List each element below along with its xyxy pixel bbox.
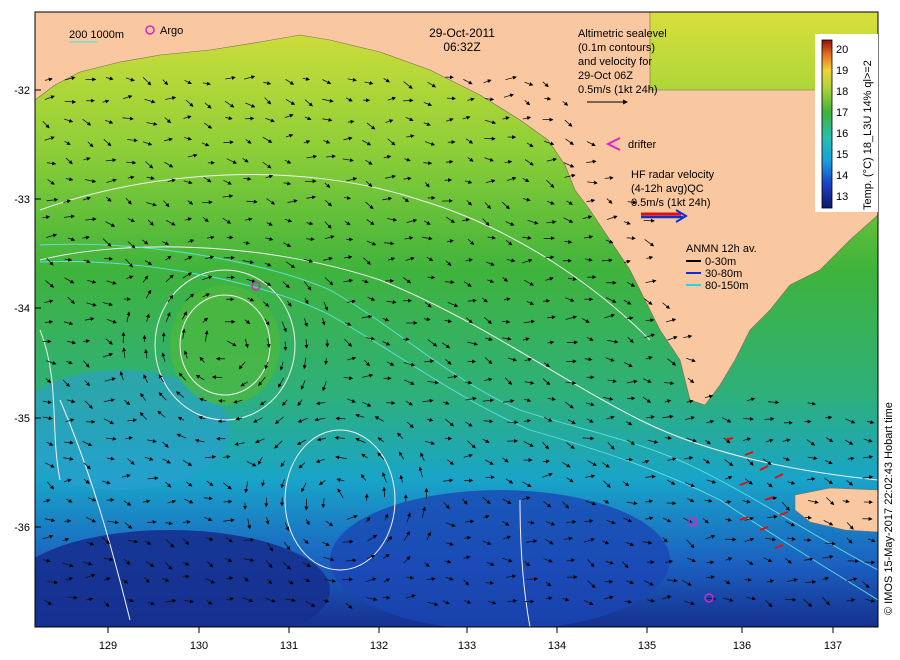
map-panel[interactable] xyxy=(10,12,878,650)
altimetry-legend-line-3: and velocity for xyxy=(578,56,652,68)
longitude-tick-label: 131 xyxy=(280,640,298,652)
latitude-tick-label: -34 xyxy=(14,303,30,315)
longitude-tick-label: 129 xyxy=(99,640,117,652)
velocity-vector-arrow xyxy=(306,237,315,242)
colorbar-tick-label: 13 xyxy=(836,191,848,203)
bathymetry-legend-label: 200 1000m xyxy=(69,29,124,41)
velocity-vector-arrow xyxy=(706,596,717,601)
longitude-axis: 129 130 131 132 133 134 135 136 137 xyxy=(99,627,842,652)
colorbar-tick-label: 15 xyxy=(836,149,848,161)
anmn-legend-title: ANMN 12h av. xyxy=(686,243,757,255)
colorbar-tick-label: 20 xyxy=(836,44,848,56)
longitude-tick-label: 137 xyxy=(824,640,842,652)
hf-radar-legend-line-2: (4-12h avg)QC xyxy=(631,183,704,195)
altimetry-legend-line-4: 29-Oct 06Z xyxy=(578,70,633,82)
velocity-vector-arrow xyxy=(104,256,113,261)
colorbar-tick-label: 14 xyxy=(836,170,848,182)
latitude-tick-label: -36 xyxy=(14,522,30,534)
sst-map-figure: 29-Oct-2011 06:32Z 200 1000m Argo Altime… xyxy=(10,11,895,652)
colorbar-tick-label: 16 xyxy=(836,128,848,140)
velocity-vector-arrow xyxy=(382,595,391,600)
velocity-vector-arrow xyxy=(202,200,213,205)
latitude-tick-label: -32 xyxy=(14,85,30,97)
colorbar-tick-label: 18 xyxy=(836,86,848,98)
drifter-legend-label: drifter xyxy=(628,139,656,151)
longitude-tick-label: 134 xyxy=(548,640,566,652)
velocity-vector-arrow xyxy=(804,515,812,520)
hf-radar-legend-line-1: HF radar velocity xyxy=(631,169,715,181)
altimetry-legend-line-2: (0.1m contours) xyxy=(578,42,655,54)
hf-radar-legend-line-3: 0.5m/s (1kt 24h) xyxy=(631,197,710,209)
anmn-legend-item-0-30: 0-30m xyxy=(705,256,736,268)
colorbar-tick-label: 17 xyxy=(836,107,848,119)
colorbar-tick-label: 19 xyxy=(836,65,848,77)
time-label: 06:32Z xyxy=(443,40,480,54)
longitude-tick-label: 135 xyxy=(638,640,656,652)
colorbar-title: Temp. (°C) 18_L3U 14% ql>=2 xyxy=(862,60,874,210)
velocity-vector-arrow xyxy=(283,341,288,351)
longitude-tick-label: 132 xyxy=(370,640,388,652)
argo-legend-label: Argo xyxy=(160,25,183,37)
warm-eddy-core xyxy=(170,285,280,405)
latitude-tick-label: -35 xyxy=(14,413,30,425)
velocity-vector-arrow xyxy=(161,332,166,342)
altimetry-legend-line-5: 0.5m/s (1kt 24h) xyxy=(578,84,657,96)
cold-water-patch xyxy=(35,530,330,627)
longitude-tick-label: 133 xyxy=(458,640,476,652)
latitude-tick-label: -33 xyxy=(14,194,30,206)
altimetry-legend-line-1: Altimetric sealevel xyxy=(578,28,667,40)
colorbar-gradient xyxy=(821,39,833,209)
bathymetry-legend: 200 1000m xyxy=(69,29,124,43)
anmn-legend-item-80-150: 80-150m xyxy=(705,280,748,292)
velocity-vector-arrow xyxy=(446,96,456,101)
longitude-tick-label: 136 xyxy=(733,640,751,652)
anmn-legend-item-30-80: 30-80m xyxy=(705,268,742,280)
cold-water-patch xyxy=(330,490,670,627)
credit-label: © IMOS 15-May-2017 22:02:43 Hobart time xyxy=(883,402,895,615)
velocity-vector-arrow xyxy=(864,560,876,565)
date-label: 29-Oct-2011 xyxy=(429,26,495,40)
temperature-colorbar: 13 14 15 16 17 18 19 20 Temp. (°C) 18_L3U 14% q… xyxy=(815,34,878,212)
longitude-tick-label: 130 xyxy=(190,640,208,652)
